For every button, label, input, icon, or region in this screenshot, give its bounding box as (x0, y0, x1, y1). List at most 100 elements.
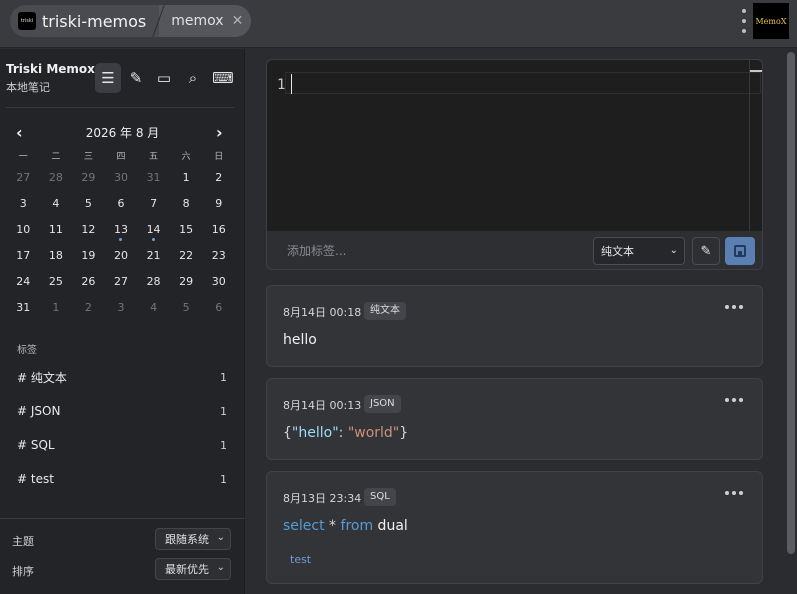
calendar-days: 27 28 29 30 31 1 2 3 4 5 6 7 8 9 10 11 12 13 14 15 16 17 18 19 2… (7, 165, 235, 321)
memo-date: 8月14日 00:18 (283, 306, 362, 319)
memo-card[interactable]: 8月14日 00:13 JSON {"hello": "world"} (266, 378, 763, 460)
tab-main[interactable]: triski triski-memos (10, 5, 158, 37)
tag-item[interactable]: # JSON 1 (17, 401, 227, 421)
sort-select[interactable]: 最新优先 ⌄ (155, 558, 231, 580)
tag-item[interactable]: # test 1 (17, 469, 227, 489)
calendar-day[interactable]: 1 (170, 165, 203, 191)
calendar-day[interactable]: 11 (40, 217, 73, 243)
calendar-day[interactable]: 30 (202, 269, 235, 295)
calendar-day[interactable]: 17 (7, 243, 40, 269)
calendar-day[interactable]: 10 (7, 217, 40, 243)
tab-strip: triski triski-memos memox ✕ (10, 5, 252, 37)
calendar-day[interactable]: 26 (72, 269, 105, 295)
calendar-day[interactable]: 30 (105, 165, 138, 191)
tag-label: # test (17, 472, 54, 486)
calendar-day[interactable]: 6 (105, 191, 138, 217)
calendar-weekdays: 一二三四五六日 (7, 149, 235, 163)
tag-count: 1 (220, 438, 227, 452)
calendar-day[interactable]: 3 (7, 191, 40, 217)
calendar-day[interactable]: 3 (105, 295, 138, 321)
theme-select[interactable]: 跟随系统 ⌄ (155, 528, 231, 550)
calendar-weekday: 六 (181, 152, 191, 162)
calendar-day[interactable]: 9 (202, 191, 235, 217)
tags-title: 标签 (17, 345, 37, 356)
more-vertical-icon[interactable] (740, 9, 748, 33)
tag-input[interactable]: 添加标签... (287, 242, 346, 259)
app-icon: triski (18, 12, 36, 30)
calendar-day[interactable]: 29 (170, 269, 203, 295)
calendar-day[interactable]: 16 (202, 217, 235, 243)
calendar-day[interactable]: 20 (105, 243, 138, 269)
calendar-day[interactable]: 1 (40, 295, 73, 321)
content-type-select[interactable]: 纯文本 ⌄ (593, 237, 685, 265)
calendar-day[interactable]: 31 (7, 295, 40, 321)
memo-card[interactable]: 8月14日 00:18 纯文本 hello (266, 285, 763, 367)
calendar-day[interactable]: 2 (72, 295, 105, 321)
tag-count: 1 (220, 472, 227, 486)
calendar-day[interactable]: 27 (105, 269, 138, 295)
brand-title: Triski Memox (6, 62, 95, 76)
search-button[interactable]: ⌕ (180, 63, 206, 93)
calendar-day[interactable]: 27 (7, 165, 40, 191)
format-button[interactable]: ✎ (692, 237, 720, 265)
calendar-day[interactable]: 12 (72, 217, 105, 243)
calendar-day[interactable]: 2 (202, 165, 235, 191)
more-horizontal-icon[interactable] (725, 393, 743, 407)
calendar-weekday: 三 (83, 152, 93, 162)
calendar-weekday: 五 (149, 152, 159, 162)
close-icon[interactable]: ✕ (232, 13, 244, 29)
scrollbar-thumb[interactable] (787, 52, 795, 554)
tab-memox[interactable]: memox ✕ (159, 5, 252, 37)
calendar-day[interactable]: 19 (72, 243, 105, 269)
chevron-down-icon: ⌄ (216, 532, 225, 543)
calendar-day[interactable]: 31 (137, 165, 170, 191)
calendar-day[interactable]: 4 (137, 295, 170, 321)
calendar-next-button[interactable]: › (216, 123, 223, 142)
calendar-day[interactable]: 22 (170, 243, 203, 269)
calendar-day[interactable]: 14 (137, 217, 170, 243)
calendar-day[interactable]: 8 (170, 191, 203, 217)
memo-date: 8月14日 00:13 (283, 399, 362, 412)
calendar-day[interactable]: 24 (7, 269, 40, 295)
memo-type-badge: 纯文本 (364, 302, 406, 320)
calendar-day[interactable]: 28 (40, 165, 73, 191)
sort-label: 排序 (12, 565, 34, 578)
tab-memox-label: memox (171, 13, 224, 29)
list-view-button[interactable]: ☰ (95, 63, 121, 93)
calendar-day[interactable]: 29 (72, 165, 105, 191)
calendar-day[interactable]: 21 (137, 243, 170, 269)
calendar-day[interactable]: 4 (40, 191, 73, 217)
memo-type-badge: SQL (364, 488, 396, 506)
memo-date: 8月13日 23:34 (283, 492, 362, 505)
memo-tag[interactable]: test (290, 553, 311, 566)
memo-editor: 1 添加标签... 纯文本 ⌄ ✎ (266, 59, 763, 270)
tag-item[interactable]: # 纯文本 1 (17, 367, 227, 387)
calendar-day[interactable]: 5 (72, 191, 105, 217)
pin-icon: ✎ (129, 69, 143, 87)
calendar-day[interactable]: 13 (105, 217, 138, 243)
calendar-day[interactable]: 7 (137, 191, 170, 217)
tag-item[interactable]: # SQL 1 (17, 435, 227, 455)
calendar-day[interactable]: 6 (202, 295, 235, 321)
divider (6, 107, 234, 108)
save-button[interactable] (725, 237, 755, 265)
calendar-day[interactable]: 5 (170, 295, 203, 321)
archive-icon: ▭ (156, 69, 172, 87)
calendar-weekday: 一 (18, 152, 28, 162)
calendar-day[interactable]: 28 (137, 269, 170, 295)
archive-button[interactable]: ▭ (151, 63, 177, 93)
overview-ruler-marker (750, 70, 762, 72)
keyboard-button[interactable]: ⌨ (210, 63, 236, 93)
calendar-day[interactable]: 15 (170, 217, 203, 243)
title-bar: triski triski-memos memox ✕ MemoX (0, 0, 797, 48)
pin-button[interactable]: ✎ (123, 63, 149, 93)
calendar-day[interactable]: 25 (40, 269, 73, 295)
memo-card[interactable]: 8月13日 23:34 SQL select * from dual test (266, 471, 763, 584)
calendar-day[interactable]: 23 (202, 243, 235, 269)
calendar-weekday: 四 (116, 152, 126, 162)
more-horizontal-icon[interactable] (725, 486, 743, 500)
calendar-day[interactable]: 18 (40, 243, 73, 269)
memo-content: {"hello": "world"} (283, 425, 409, 441)
more-horizontal-icon[interactable] (725, 300, 743, 314)
code-editor[interactable]: 1 (267, 60, 762, 231)
